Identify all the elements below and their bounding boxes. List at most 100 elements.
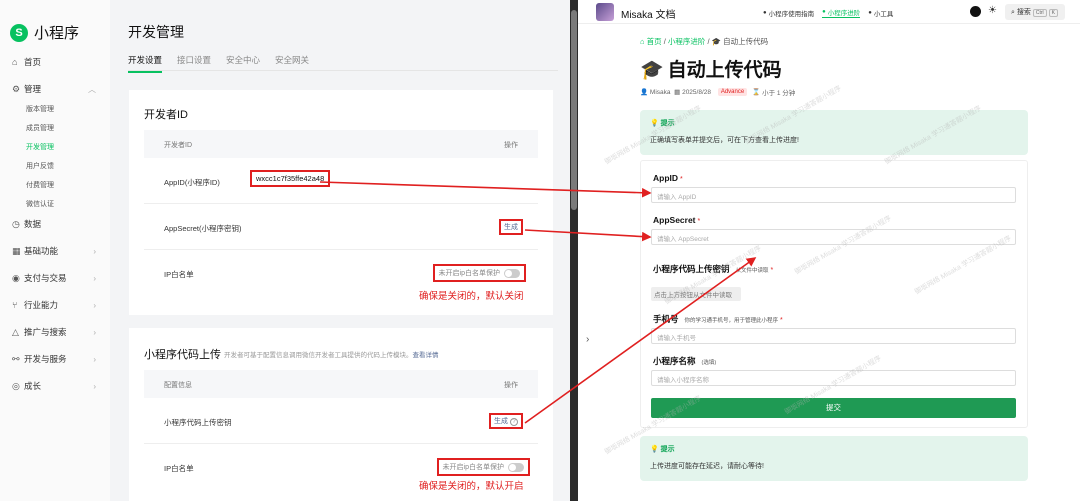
pin-icon: ● <box>868 9 872 16</box>
table-row: 小程序代码上传密钥 生成? <box>144 398 538 444</box>
nav-label: 小程序使用指南 <box>768 10 815 18</box>
breadcrumb-advanced[interactable]: 小程序进阶 <box>668 37 706 46</box>
branch-icon: ⑂ <box>12 300 18 310</box>
appsecret-input[interactable]: 请输入 AppSecret <box>651 229 1016 245</box>
sidebar-item-data[interactable]: ◷ 数据 <box>12 218 102 230</box>
annotation-note: 确保是关闭的，默认开启 <box>419 481 524 492</box>
site-title[interactable]: Misaka 文档 <box>621 6 675 21</box>
app-logo[interactable]: S 小程序 <box>10 22 79 43</box>
sidebar-item-industry[interactable]: ⑂ 行业能力 › <box>12 299 102 311</box>
label-hint: (选填) <box>701 360 717 366</box>
search-button[interactable]: ⌕ 搜索 Ctrl K <box>1005 4 1065 20</box>
layers-icon: ◎ <box>12 380 20 391</box>
toggle-switch[interactable] <box>504 268 520 278</box>
sidebar-item-label: 支付与交易 <box>24 273 67 283</box>
share-icon: ⚯ <box>12 353 20 364</box>
author: Misaka <box>649 88 671 96</box>
tip-head-text: 提示 <box>660 446 675 453</box>
submit-button[interactable]: 提交 <box>651 398 1016 418</box>
hourglass-icon: ⌛ <box>752 89 763 96</box>
scrollbar-thumb[interactable] <box>571 10 577 210</box>
sidebar-item-home[interactable]: ⌂ 首页 <box>12 56 102 68</box>
generate-upload-key-button[interactable]: 生成? <box>489 413 523 429</box>
search-icon: ⌕ <box>1011 9 1015 16</box>
name-input[interactable]: 请输入小程序名称 <box>651 370 1016 386</box>
github-icon[interactable] <box>970 6 981 17</box>
sidebar-item-promo[interactable]: △ 推广与搜索 › <box>12 326 102 338</box>
ip-whitelist-toggle[interactable]: 未开启ip白名单保护 <box>436 458 530 476</box>
sidebar-item-label: 管理 <box>24 84 42 94</box>
pin-icon: ● <box>763 9 767 16</box>
read-time: 小于 1 分钟 <box>762 90 796 97</box>
annotation-note: 确保是关闭的，默认关闭 <box>419 291 524 302</box>
table-header: 配置信息 操作 <box>144 370 538 398</box>
chevron-right-icon: › <box>93 327 96 337</box>
sidebar-item-devservice[interactable]: ⚯ 开发与服务 › <box>12 353 102 365</box>
generate-secret-button[interactable]: 生成 <box>499 219 523 235</box>
sidebar-item-label: 开发与服务 <box>24 354 67 364</box>
sidebar-item-label: 行业能力 <box>24 300 59 310</box>
sidebar-item-label: 推广与搜索 <box>24 327 67 337</box>
nav-guide[interactable]: ● 小程序使用指南 <box>763 7 814 18</box>
ip-whitelist-toggle[interactable]: 未开启ip白名单保护 <box>432 264 526 282</box>
breadcrumb-home[interactable]: 首页 <box>647 37 662 46</box>
graduation-cap-icon: 🎓 <box>640 60 664 81</box>
row-label: 小程序代码上传密钥 <box>164 418 232 427</box>
phone-label: 手机号 你的学习通手机号，用于管理此小程序 * <box>653 313 783 325</box>
pin-icon: ● <box>822 9 826 15</box>
sidebar-subitem-version[interactable]: 版本管理 <box>26 104 54 114</box>
subtitle-text: 开发者可基于配置信息调用微信开发者工具提供的代码上传模块。 <box>224 352 413 359</box>
sidebar-item-pay[interactable]: ◉ 支付与交易 › <box>12 272 102 284</box>
chevron-right-icon: › <box>93 246 96 256</box>
sun-icon[interactable]: ☀ <box>988 5 997 16</box>
toggle-switch[interactable] <box>508 462 524 472</box>
main-content: 开发管理 开发设置 接口设置 安全中心 安全网关 开发者ID 开发者ID 操作 … <box>110 0 570 501</box>
button-label: 生成 <box>494 418 508 425</box>
table-row: AppID(小程序ID) wxcc1c7f35ffe42a48 <box>144 158 538 204</box>
appid-input[interactable]: 请输入 AppID <box>651 187 1016 203</box>
chevron-right-icon[interactable]: › <box>586 334 589 345</box>
sidebar-item-growth[interactable]: ◎ 成长 › <box>12 380 102 392</box>
grid-icon: ▦ <box>12 245 21 256</box>
appid-label: AppID * <box>653 173 683 183</box>
sidebar-subitem-payment[interactable]: 付费管理 <box>26 180 54 190</box>
label-text: AppID <box>653 173 679 183</box>
site-avatar[interactable] <box>596 3 614 21</box>
tip-box: 💡 提示 正确填写表单并提交后，可在下方查看上传进度! <box>640 110 1028 155</box>
details-link[interactable]: 查看详情 <box>413 352 439 359</box>
label-text: 手机号 <box>653 314 679 324</box>
nav-advanced[interactable]: ● 小程序进阶 <box>822 7 861 18</box>
sidebar: S 小程序 ⌂ 首页 ⚙ 管理 ︿ 版本管理 成员管理 开发管理 用户反馈 付费管理 … <box>0 0 110 501</box>
graduation-cap-icon: 🎓 <box>711 37 721 46</box>
chevron-right-icon: › <box>93 300 96 310</box>
coin-icon: ◉ <box>12 272 20 283</box>
card-title: 小程序代码上传 <box>144 349 221 361</box>
tip-body: 正确填写表单并提交后，可在下方查看上传进度! <box>650 137 799 144</box>
toggle-label: 未开启ip白名单保护 <box>442 464 504 471</box>
appid-value[interactable]: wxcc1c7f35ffe42a48 <box>250 170 330 187</box>
help-icon[interactable]: ? <box>510 418 518 426</box>
megaphone-icon: △ <box>12 326 19 337</box>
clock-icon: ◷ <box>12 218 20 229</box>
row-label: AppSecret(小程序密钥) <box>164 224 242 233</box>
upload-key-label: 小程序代码上传密钥 从文件中读取 * <box>653 263 773 275</box>
chevron-right-icon: › <box>93 273 96 283</box>
sidebar-item-manage[interactable]: ⚙ 管理 ︿ <box>12 83 102 95</box>
label-hint: 你的学习通手机号，用于管理此小程序 <box>684 318 779 324</box>
nav-tools[interactable]: ● 小工具 <box>868 7 893 18</box>
sidebar-subitem-verify[interactable]: 微信认证 <box>26 199 54 209</box>
read-file-button[interactable]: 点击上方按钮从文件中读取 <box>651 287 741 301</box>
column-header: 配置信息 <box>164 382 192 389</box>
sidebar-item-basic[interactable]: ▦ 基础功能 › <box>12 245 102 257</box>
app-name: 小程序 <box>34 25 80 42</box>
chevron-up-icon: ︿ <box>88 84 96 94</box>
row-label: IP白名单 <box>164 270 194 279</box>
column-header: 操作 <box>504 142 518 149</box>
sidebar-subitem-dev[interactable]: 开发管理 <box>26 142 54 152</box>
chevron-right-icon: › <box>93 381 96 391</box>
phone-input[interactable]: 请输入手机号 <box>651 328 1016 344</box>
row-label: AppID(小程序ID) <box>164 178 220 187</box>
sidebar-subitem-feedback[interactable]: 用户反馈 <box>26 161 54 171</box>
sidebar-subitem-members[interactable]: 成员管理 <box>26 123 54 133</box>
tip-head: 💡 提示 <box>650 118 675 128</box>
